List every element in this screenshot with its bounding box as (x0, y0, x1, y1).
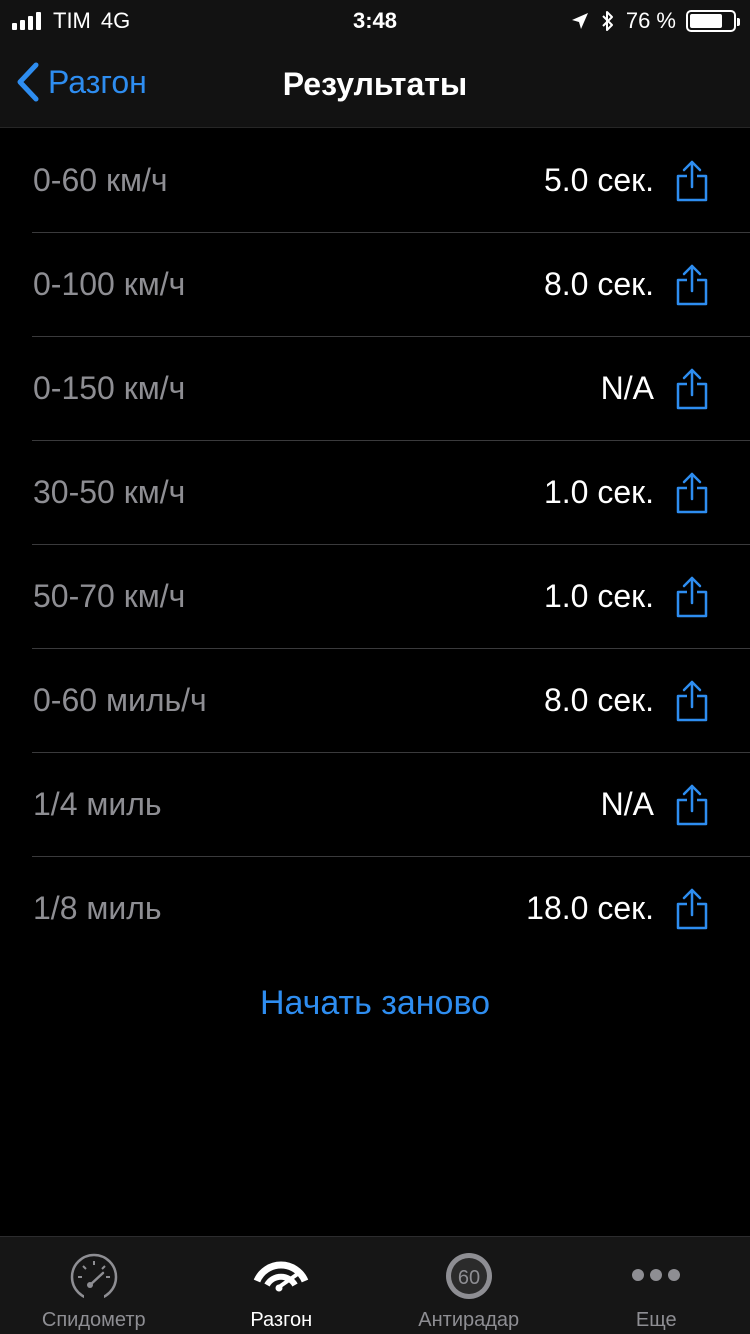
share-icon (676, 784, 708, 826)
tab-label: Антирадар (418, 1309, 520, 1331)
battery-fill (690, 14, 722, 28)
result-label: 1/4 миль (33, 786, 162, 822)
share-icon (676, 472, 708, 514)
acceleration-icon (254, 1261, 309, 1292)
more-icon (632, 1269, 681, 1281)
share-button[interactable] (674, 783, 710, 827)
result-value: 8.0 сек. (543, 266, 654, 302)
result-label: 0-60 км/ч (33, 162, 168, 198)
result-value: 5.0 сек. (543, 162, 654, 198)
result-label: 0-100 км/ч (33, 266, 186, 302)
result-label: 0-150 км/ч (33, 370, 186, 406)
share-button[interactable] (674, 263, 710, 307)
share-icon (676, 888, 708, 930)
share-button[interactable] (674, 575, 710, 619)
tab-label: Еще (635, 1309, 677, 1331)
result-value: 1.0 сек. (543, 578, 654, 614)
share-icon (676, 368, 708, 410)
share-button[interactable] (674, 887, 710, 931)
navigation-bar: Разгон Результаты (0, 40, 750, 128)
tab-label: Разгон (250, 1309, 313, 1331)
tab-acceleration[interactable]: Разгон (188, 1237, 376, 1334)
share-icon (676, 160, 708, 202)
result-row: 30-50 км/ч 1.0 сек. (0, 441, 750, 545)
speed-limit-value: 60 (458, 1267, 480, 1289)
result-value: 8.0 сек. (543, 682, 654, 718)
tab-bar: Спидометр Разгон 60 Антирадар Еще (0, 1236, 750, 1334)
share-button[interactable] (674, 679, 710, 723)
tab-more[interactable]: Еще (563, 1237, 750, 1334)
result-label: 0-60 миль/ч (33, 682, 207, 718)
status-bar: TIM 4G 3:48 76 % (0, 0, 750, 40)
result-row: 0-150 км/ч N/A (0, 337, 750, 441)
battery-percent: 76 % (625, 8, 676, 33)
share-button[interactable] (674, 159, 710, 203)
tab-antiradar[interactable]: 60 Антирадар (375, 1237, 563, 1334)
result-row: 0-60 км/ч 5.0 сек. (0, 129, 750, 233)
location-arrow-icon (571, 13, 588, 29)
speed-limit-60-icon: 60 (445, 1253, 492, 1299)
share-icon (676, 264, 708, 306)
results-list: 0-60 км/ч 5.0 сек. 0-100 км/ч 8.0 сек. 0… (0, 129, 750, 961)
share-button[interactable] (674, 471, 710, 515)
share-button[interactable] (674, 367, 710, 411)
result-value: 18.0 сек. (526, 890, 654, 926)
result-row: 0-60 миль/ч 8.0 сек. (0, 649, 750, 753)
restart-button[interactable]: Начать заново (0, 984, 750, 1023)
result-label: 30-50 км/ч (33, 474, 186, 510)
battery-icon (686, 10, 740, 32)
result-value: 1.0 сек. (543, 474, 654, 510)
speedometer-icon (70, 1253, 117, 1301)
bluetooth-icon (602, 11, 613, 31)
result-row: 1/8 миль 18.0 сек. (0, 857, 750, 961)
result-value: N/A (600, 370, 654, 406)
result-label: 1/8 миль (33, 890, 162, 926)
tab-speedometer[interactable]: Спидометр (0, 1237, 188, 1334)
status-right: 76 % (570, 8, 740, 34)
result-label: 50-70 км/ч (33, 578, 186, 614)
result-row: 1/4 миль N/A (0, 753, 750, 857)
page-title: Результаты (282, 66, 468, 102)
share-icon (676, 680, 708, 722)
result-row: 50-70 км/ч 1.0 сек. (0, 545, 750, 649)
result-value: N/A (600, 786, 654, 822)
tab-label: Спидометр (41, 1309, 146, 1331)
result-row: 0-100 км/ч 8.0 сек. (0, 233, 750, 337)
share-icon (676, 576, 708, 618)
